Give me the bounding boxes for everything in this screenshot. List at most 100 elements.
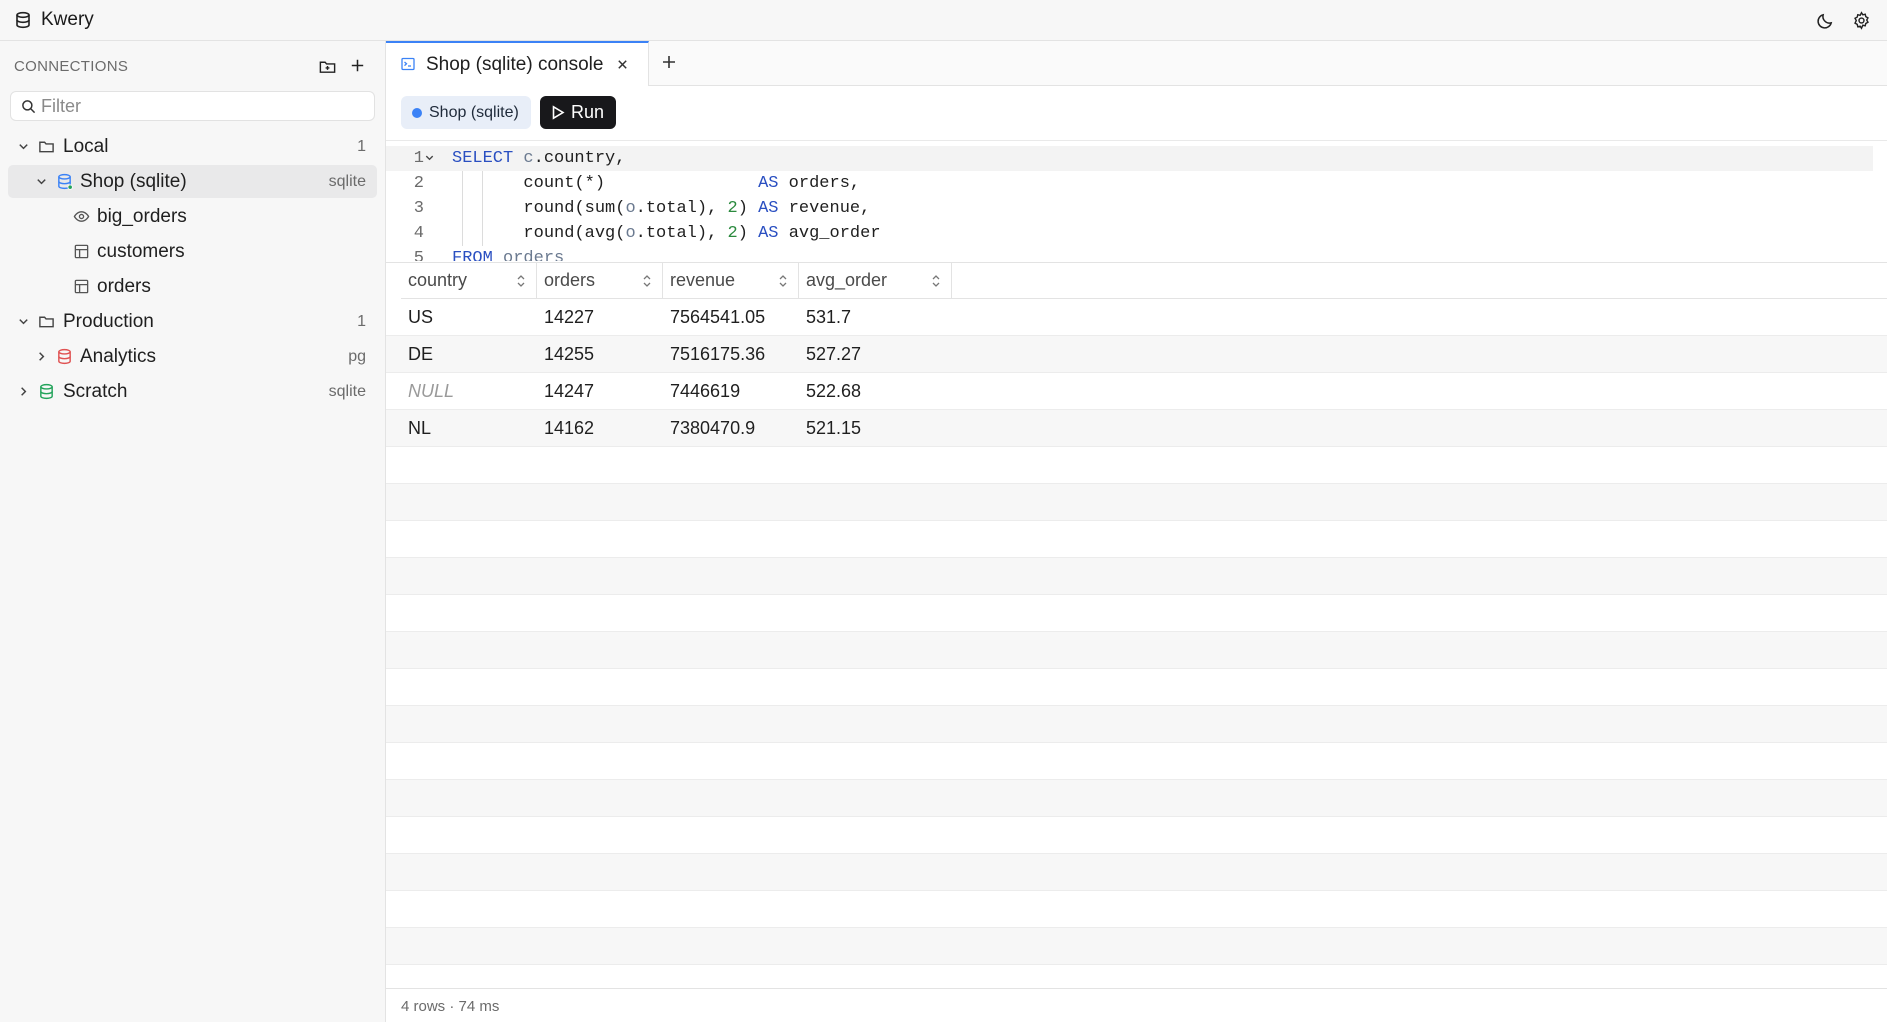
close-icon[interactable] <box>616 58 629 71</box>
cell-avg-order[interactable]: 531.7 <box>799 299 851 336</box>
empty-row <box>386 632 1887 669</box>
chevron-right-icon[interactable] <box>17 385 30 398</box>
results-grid[interactable]: country orders revenue avg_order US 1422… <box>386 262 1887 988</box>
cell-country[interactable]: DE <box>401 336 433 373</box>
cell-revenue[interactable]: 7446619 <box>663 373 740 410</box>
column-header-avg-order[interactable]: avg_order <box>799 263 952 299</box>
tab-label: Shop (sqlite) console <box>426 54 604 75</box>
empty-row <box>386 743 1887 780</box>
chevron-right-icon[interactable] <box>35 350 48 363</box>
code-line: 4 round(avg(o.total), 2) AS avg_order <box>386 221 1873 246</box>
cell-revenue[interactable]: 7516175.36 <box>663 336 765 373</box>
database-icon <box>16 11 30 29</box>
tree-folder-local[interactable]: Local 1 <box>8 130 377 163</box>
tree-connection-shop[interactable]: Shop (sqlite) sqlite <box>8 165 377 198</box>
empty-row <box>386 484 1887 521</box>
run-button[interactable]: Run <box>540 96 616 129</box>
cell-orders[interactable]: 14247 <box>537 373 594 410</box>
cell-orders[interactable]: 14255 <box>537 336 594 373</box>
tree-table-customers[interactable]: customers <box>8 235 377 268</box>
sort-icon[interactable] <box>642 274 652 288</box>
cell-avg-order[interactable]: 527.27 <box>799 336 861 373</box>
filter-box[interactable] <box>10 91 375 121</box>
column-header-label: orders <box>544 270 596 290</box>
line-number: 4 <box>413 224 424 243</box>
new-folder-icon[interactable] <box>318 57 337 76</box>
tree-connection-analytics[interactable]: Analytics pg <box>8 340 377 373</box>
result-summary: 4 rows · 74 ms <box>401 998 500 1015</box>
cell-avg-order[interactable]: 521.15 <box>799 410 861 447</box>
cell-orders[interactable]: 14162 <box>537 410 594 447</box>
cell-avg-order[interactable]: 522.68 <box>799 373 861 410</box>
chevron-down-icon[interactable] <box>17 140 30 153</box>
moon-icon[interactable] <box>1816 11 1835 30</box>
status-bar: 4 rows · 74 ms <box>386 988 1887 1022</box>
empty-row <box>386 928 1887 965</box>
code-text: SELECT c.country, <box>452 149 626 168</box>
fold-chevron-icon[interactable] <box>424 152 435 163</box>
empty-row <box>386 669 1887 706</box>
connections-sidebar: CONNECTIONS Local 1 Shop (sqlite) sqlite <box>0 41 386 1022</box>
cell-country[interactable]: NL <box>401 410 431 447</box>
cell-revenue[interactable]: 7564541.05 <box>663 299 765 336</box>
tab-bar: Shop (sqlite) console <box>386 41 1887 86</box>
sort-icon[interactable] <box>931 274 941 288</box>
sql-editor[interactable]: 1 SELECT c.country, 2 count(*) AS orders… <box>386 141 1887 261</box>
cell-country[interactable]: US <box>401 299 433 336</box>
database-icon <box>58 348 71 365</box>
column-header-revenue[interactable]: revenue <box>663 263 799 299</box>
console-toolbar: Shop (sqlite) Run <box>386 86 1887 141</box>
item-count: 1 <box>357 138 366 155</box>
chevron-down-icon[interactable] <box>35 175 48 188</box>
connection-label: Shop (sqlite) <box>429 104 519 121</box>
grid-header: country orders revenue avg_order <box>401 263 1887 299</box>
tree-connection-scratch[interactable]: Scratch sqlite <box>8 375 377 408</box>
tree-label: Production <box>63 311 154 332</box>
code-text: round(sum(o.total), 2) AS revenue, <box>523 199 871 218</box>
cell-country-null[interactable]: NULL <box>401 373 454 410</box>
folder-icon <box>39 316 54 328</box>
table-icon <box>74 279 89 294</box>
table-row[interactable]: US 14227 7564541.05 531.7 <box>386 299 1887 336</box>
connection-selector[interactable]: Shop (sqlite) <box>401 96 531 129</box>
empty-row <box>386 891 1887 928</box>
eye-icon <box>73 211 90 222</box>
new-tab-icon[interactable] <box>659 52 679 72</box>
tree-folder-production[interactable]: Production 1 <box>8 305 377 338</box>
line-number: 1 <box>413 149 424 168</box>
tree-label: customers <box>97 241 185 262</box>
column-header-country[interactable]: country <box>401 263 537 299</box>
empty-row <box>386 447 1887 484</box>
tab-shop-console[interactable]: Shop (sqlite) console <box>386 41 649 86</box>
table-row[interactable]: NULL 14247 7446619 522.68 <box>386 373 1887 410</box>
chevron-down-icon[interactable] <box>17 315 30 328</box>
tree-table-orders[interactable]: orders <box>8 270 377 303</box>
empty-row <box>386 595 1887 632</box>
code-text: FROM orders <box>452 249 565 261</box>
database-icon <box>58 173 73 190</box>
column-header-label: avg_order <box>806 270 888 290</box>
cell-orders[interactable]: 14227 <box>537 299 594 336</box>
empty-row <box>386 706 1887 743</box>
tree-label: Scratch <box>63 381 128 402</box>
run-label: Run <box>571 102 605 122</box>
column-header-orders[interactable]: orders <box>537 263 663 299</box>
table-row[interactable]: NL 14162 7380470.9 521.15 <box>386 410 1887 447</box>
db-type-badge: sqlite <box>328 173 366 190</box>
column-header-label: revenue <box>670 270 736 290</box>
filter-input[interactable] <box>41 94 361 118</box>
column-header-label: country <box>408 270 468 290</box>
tree-label: orders <box>97 276 151 297</box>
table-row[interactable]: DE 14255 7516175.36 527.27 <box>386 336 1887 373</box>
add-connection-icon[interactable] <box>348 56 367 75</box>
title-bar: Kwery <box>0 0 1887 41</box>
tree-label: Local <box>63 136 109 157</box>
cell-revenue[interactable]: 7380470.9 <box>663 410 755 447</box>
line-number: 2 <box>413 174 424 193</box>
empty-row <box>386 780 1887 817</box>
tree-view-big-orders[interactable]: big_orders <box>8 200 377 233</box>
sort-icon[interactable] <box>516 274 526 288</box>
gear-icon[interactable] <box>1852 11 1871 30</box>
code-line: 2 count(*) AS orders, <box>386 171 1873 196</box>
sort-icon[interactable] <box>778 274 788 288</box>
